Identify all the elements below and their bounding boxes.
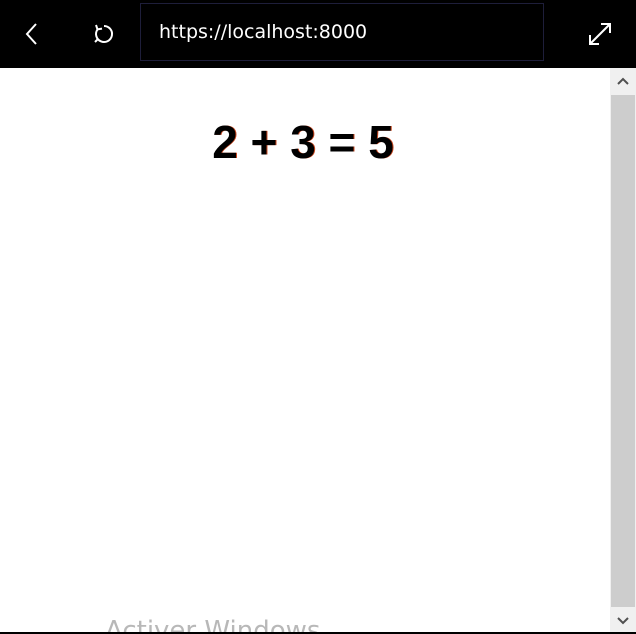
chevron-left-icon — [25, 23, 37, 45]
scroll-thumb[interactable] — [611, 95, 635, 607]
equation-heading: 2 + 3 = 5 — [212, 116, 394, 168]
address-bar[interactable]: https://localhost:8000 — [140, 3, 544, 61]
chevron-up-icon — [617, 77, 629, 85]
vertical-scrollbar[interactable] — [610, 68, 636, 634]
chevron-down-icon — [617, 617, 629, 625]
url-text: https://localhost:8000 — [159, 21, 368, 43]
expand-icon — [589, 23, 611, 45]
page-content: 2 + 3 = 5 Activer Windows — [0, 68, 610, 634]
scroll-up-button[interactable] — [610, 68, 636, 94]
fullscreen-button[interactable] — [580, 14, 620, 54]
back-button[interactable] — [12, 14, 52, 54]
reload-button[interactable] — [84, 14, 124, 54]
scroll-down-button[interactable] — [610, 608, 636, 634]
browser-toolbar: https://localhost:8000 — [0, 0, 636, 68]
reload-icon — [94, 24, 113, 43]
